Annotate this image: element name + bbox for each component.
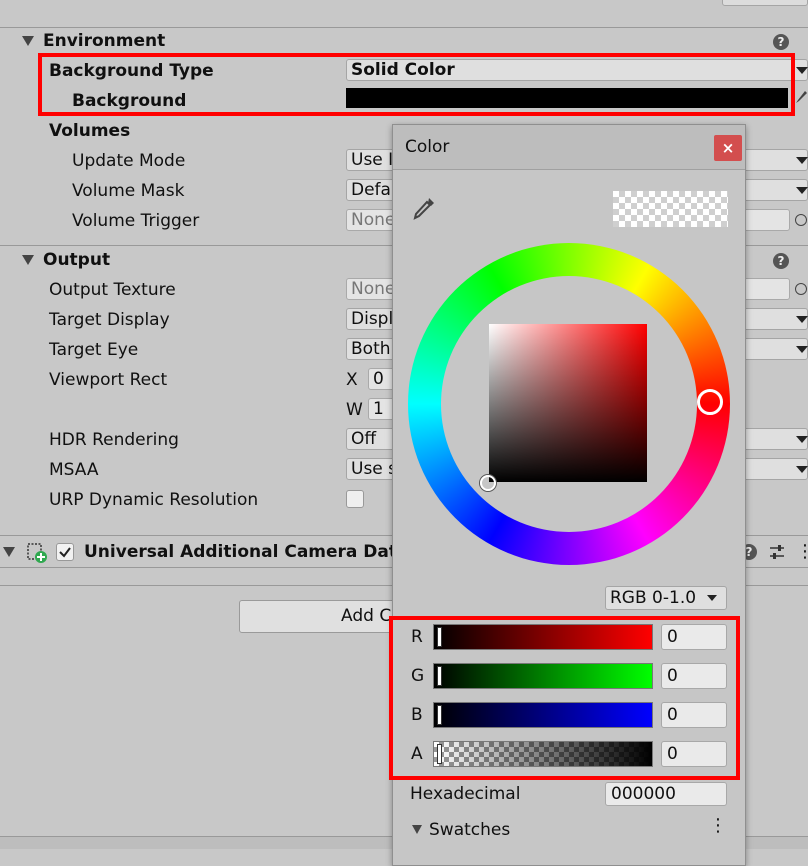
volume-trigger-label: Volume Trigger [72, 211, 200, 231]
hexadecimal-value: 000000 [611, 784, 676, 804]
help-icon[interactable]: ? [773, 34, 789, 50]
viewport-rect-label: Viewport Rect [49, 370, 168, 390]
chevron-down-icon [796, 157, 808, 164]
saturation-value-square[interactable] [489, 324, 647, 482]
swatches-label: Swatches [429, 820, 511, 840]
chevron-down-icon [796, 346, 808, 353]
hexadecimal-label: Hexadecimal [410, 784, 521, 804]
preset-sliders-icon[interactable] [768, 543, 786, 561]
environment-header: Environment [43, 31, 166, 51]
environment-foldout-icon[interactable] [22, 36, 34, 46]
update-mode-value: Use I [351, 150, 394, 170]
volumes-header: Volumes [49, 121, 131, 141]
component-enabled-checkbox[interactable] [56, 543, 74, 561]
chevron-down-icon [796, 316, 808, 323]
urp-dynamic-resolution-checkbox[interactable] [346, 490, 364, 508]
hdr-rendering-value: Off [351, 429, 377, 449]
color-preview-swatch [613, 191, 728, 227]
swatches-foldout-icon[interactable] [412, 825, 422, 834]
hdr-rendering-label: HDR Rendering [49, 430, 179, 450]
eyedropper-icon[interactable] [411, 195, 437, 221]
more-menu-icon[interactable]: ⋮ [796, 540, 808, 564]
viewport-x-value: 0 [373, 369, 384, 389]
viewport-x-label: X [346, 370, 358, 390]
volume-mask-label: Volume Mask [72, 181, 185, 201]
color-window-title: Color [405, 137, 450, 157]
target-display-label: Target Display [49, 310, 170, 330]
hue-handle[interactable] [697, 389, 723, 415]
highlight-box-background [38, 53, 795, 116]
component-foldout-icon[interactable] [3, 547, 15, 557]
close-button[interactable]: × [714, 135, 742, 161]
output-texture-value: None [351, 279, 396, 299]
sv-handle[interactable] [480, 475, 496, 491]
checkmark-icon [59, 547, 71, 558]
script-component-icon [27, 543, 47, 563]
chevron-down-icon [707, 595, 717, 601]
object-picker-icon[interactable] [795, 214, 807, 226]
viewport-w-value: 1 [373, 399, 384, 419]
top-partial-field[interactable] [722, 0, 808, 6]
chevron-down-icon [796, 436, 808, 443]
target-display-value: Displ [351, 309, 394, 329]
viewport-w-label: W [346, 400, 363, 420]
eyedropper-icon[interactable] [794, 90, 808, 106]
swatches-menu-icon[interactable]: ⋮ [709, 813, 727, 839]
chevron-down-icon [796, 187, 808, 194]
msaa-value: Use s [351, 459, 398, 479]
help-icon[interactable]: ? [773, 253, 789, 269]
update-mode-label: Update Mode [72, 151, 186, 171]
color-window-titlebar[interactable]: Color × [393, 125, 745, 170]
color-mode-value: RGB 0-1.0 [610, 588, 697, 608]
output-header: Output [43, 250, 111, 270]
chevron-down-icon [796, 466, 808, 473]
output-texture-label: Output Texture [49, 280, 176, 300]
target-eye-value: Both [351, 339, 391, 359]
target-eye-label: Target Eye [49, 340, 139, 360]
chevron-down-icon [796, 67, 808, 74]
hexadecimal-input[interactable]: 000000 [605, 782, 727, 806]
add-component-label: Add C [341, 606, 392, 626]
object-picker-icon[interactable] [795, 283, 807, 295]
urp-dynamic-resolution-label: URP Dynamic Resolution [49, 490, 259, 510]
output-foldout-icon[interactable] [22, 255, 34, 265]
msaa-label: MSAA [49, 460, 99, 480]
component-title: Universal Additional Camera Data (S [84, 542, 435, 562]
volume-trigger-value: None [351, 210, 396, 230]
highlight-box-rgba [389, 616, 740, 780]
